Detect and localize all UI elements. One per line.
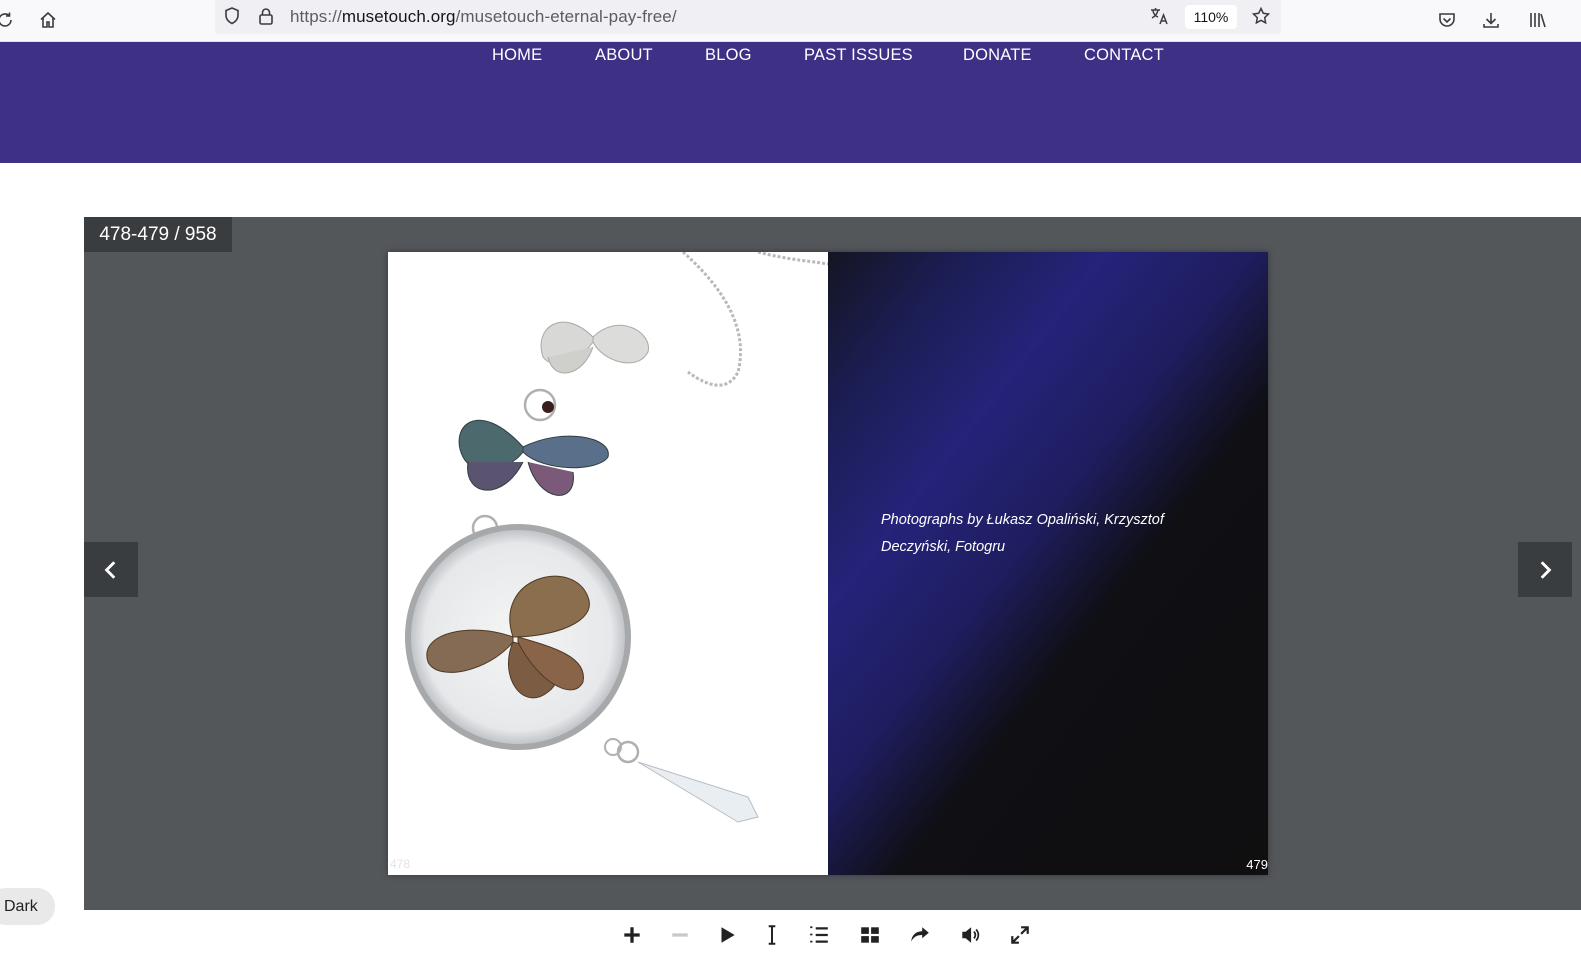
right-page-number: 479: [1246, 857, 1268, 872]
autoplay-icon[interactable]: [714, 922, 740, 948]
sound-icon[interactable]: [957, 922, 983, 948]
nav-home[interactable]: HOME: [492, 46, 542, 65]
url-bar[interactable]: https://musetouch.org/musetouch-eternal-…: [215, 0, 1281, 34]
page-counter: 478-479 / 958: [84, 217, 232, 252]
zoom-in-icon[interactable]: [619, 922, 645, 948]
fullscreen-icon[interactable]: [1007, 922, 1033, 948]
shield-icon[interactable]: [222, 6, 244, 28]
reload-icon[interactable]: [0, 5, 20, 35]
butterfly-pendant-photo: [405, 252, 828, 823]
next-page-button[interactable]: [1518, 542, 1572, 597]
photo-credit-caption: Photographs by Łukasz Opaliński, Krzyszt…: [881, 507, 1201, 561]
right-page[interactable]: Photographs by Łukasz Opaliński, Krzyszt…: [828, 252, 1268, 875]
table-of-contents-icon[interactable]: [806, 922, 832, 948]
nav-about[interactable]: ABOUT: [595, 46, 653, 65]
main-nav: HOME ABOUT BLOG PAST ISSUES DONATE CONTA…: [0, 42, 1581, 72]
left-page[interactable]: 478: [388, 252, 828, 875]
url-text[interactable]: https://musetouch.org/musetouch-eternal-…: [290, 7, 677, 27]
text-select-icon[interactable]: [759, 922, 785, 948]
url-path: /musetouch-eternal-pay-free/: [455, 7, 677, 26]
url-scheme: https://: [290, 7, 342, 26]
translate-icon[interactable]: [1149, 6, 1171, 28]
downloads-icon[interactable]: [1476, 5, 1506, 35]
pocket-icon[interactable]: [1432, 5, 1462, 35]
zoom-out-icon[interactable]: [667, 922, 693, 948]
page-spread[interactable]: 478 Photographs by Łukasz Opaliński, Krz…: [388, 252, 1268, 875]
url-host: musetouch.org: [341, 7, 456, 26]
previous-page-button[interactable]: [84, 542, 138, 597]
left-page-number: 478: [390, 857, 411, 871]
caption-line: Photographs by Łukasz Opaliński, Krzyszt…: [881, 512, 1164, 528]
browser-toolbar: https://musetouch.org/musetouch-eternal-…: [0, 0, 1581, 42]
zoom-level-button[interactable]: 110%: [1185, 5, 1237, 29]
site-header: HOME ABOUT BLOG PAST ISSUES DONATE CONTA…: [0, 42, 1581, 163]
flipbook-controls: [0, 915, 1581, 957]
flipbook-viewer: 478-479 / 958 478 Photographs by Łukasz …: [84, 217, 1581, 910]
home-icon[interactable]: [33, 5, 63, 35]
nav-contact[interactable]: CONTACT: [1084, 46, 1164, 65]
share-icon[interactable]: [907, 922, 933, 948]
lock-icon[interactable]: [256, 6, 278, 28]
nav-donate[interactable]: DONATE: [963, 46, 1032, 65]
library-icon[interactable]: [1522, 5, 1552, 35]
bookmark-star-icon[interactable]: [1251, 6, 1273, 28]
dark-mode-toggle[interactable]: Dark: [0, 888, 55, 925]
thumbnails-icon[interactable]: [857, 922, 883, 948]
nav-past-issues[interactable]: PAST ISSUES: [804, 46, 913, 65]
nav-blog[interactable]: BLOG: [705, 46, 752, 65]
caption-line: Deczyński, Fotogru: [881, 539, 1006, 555]
